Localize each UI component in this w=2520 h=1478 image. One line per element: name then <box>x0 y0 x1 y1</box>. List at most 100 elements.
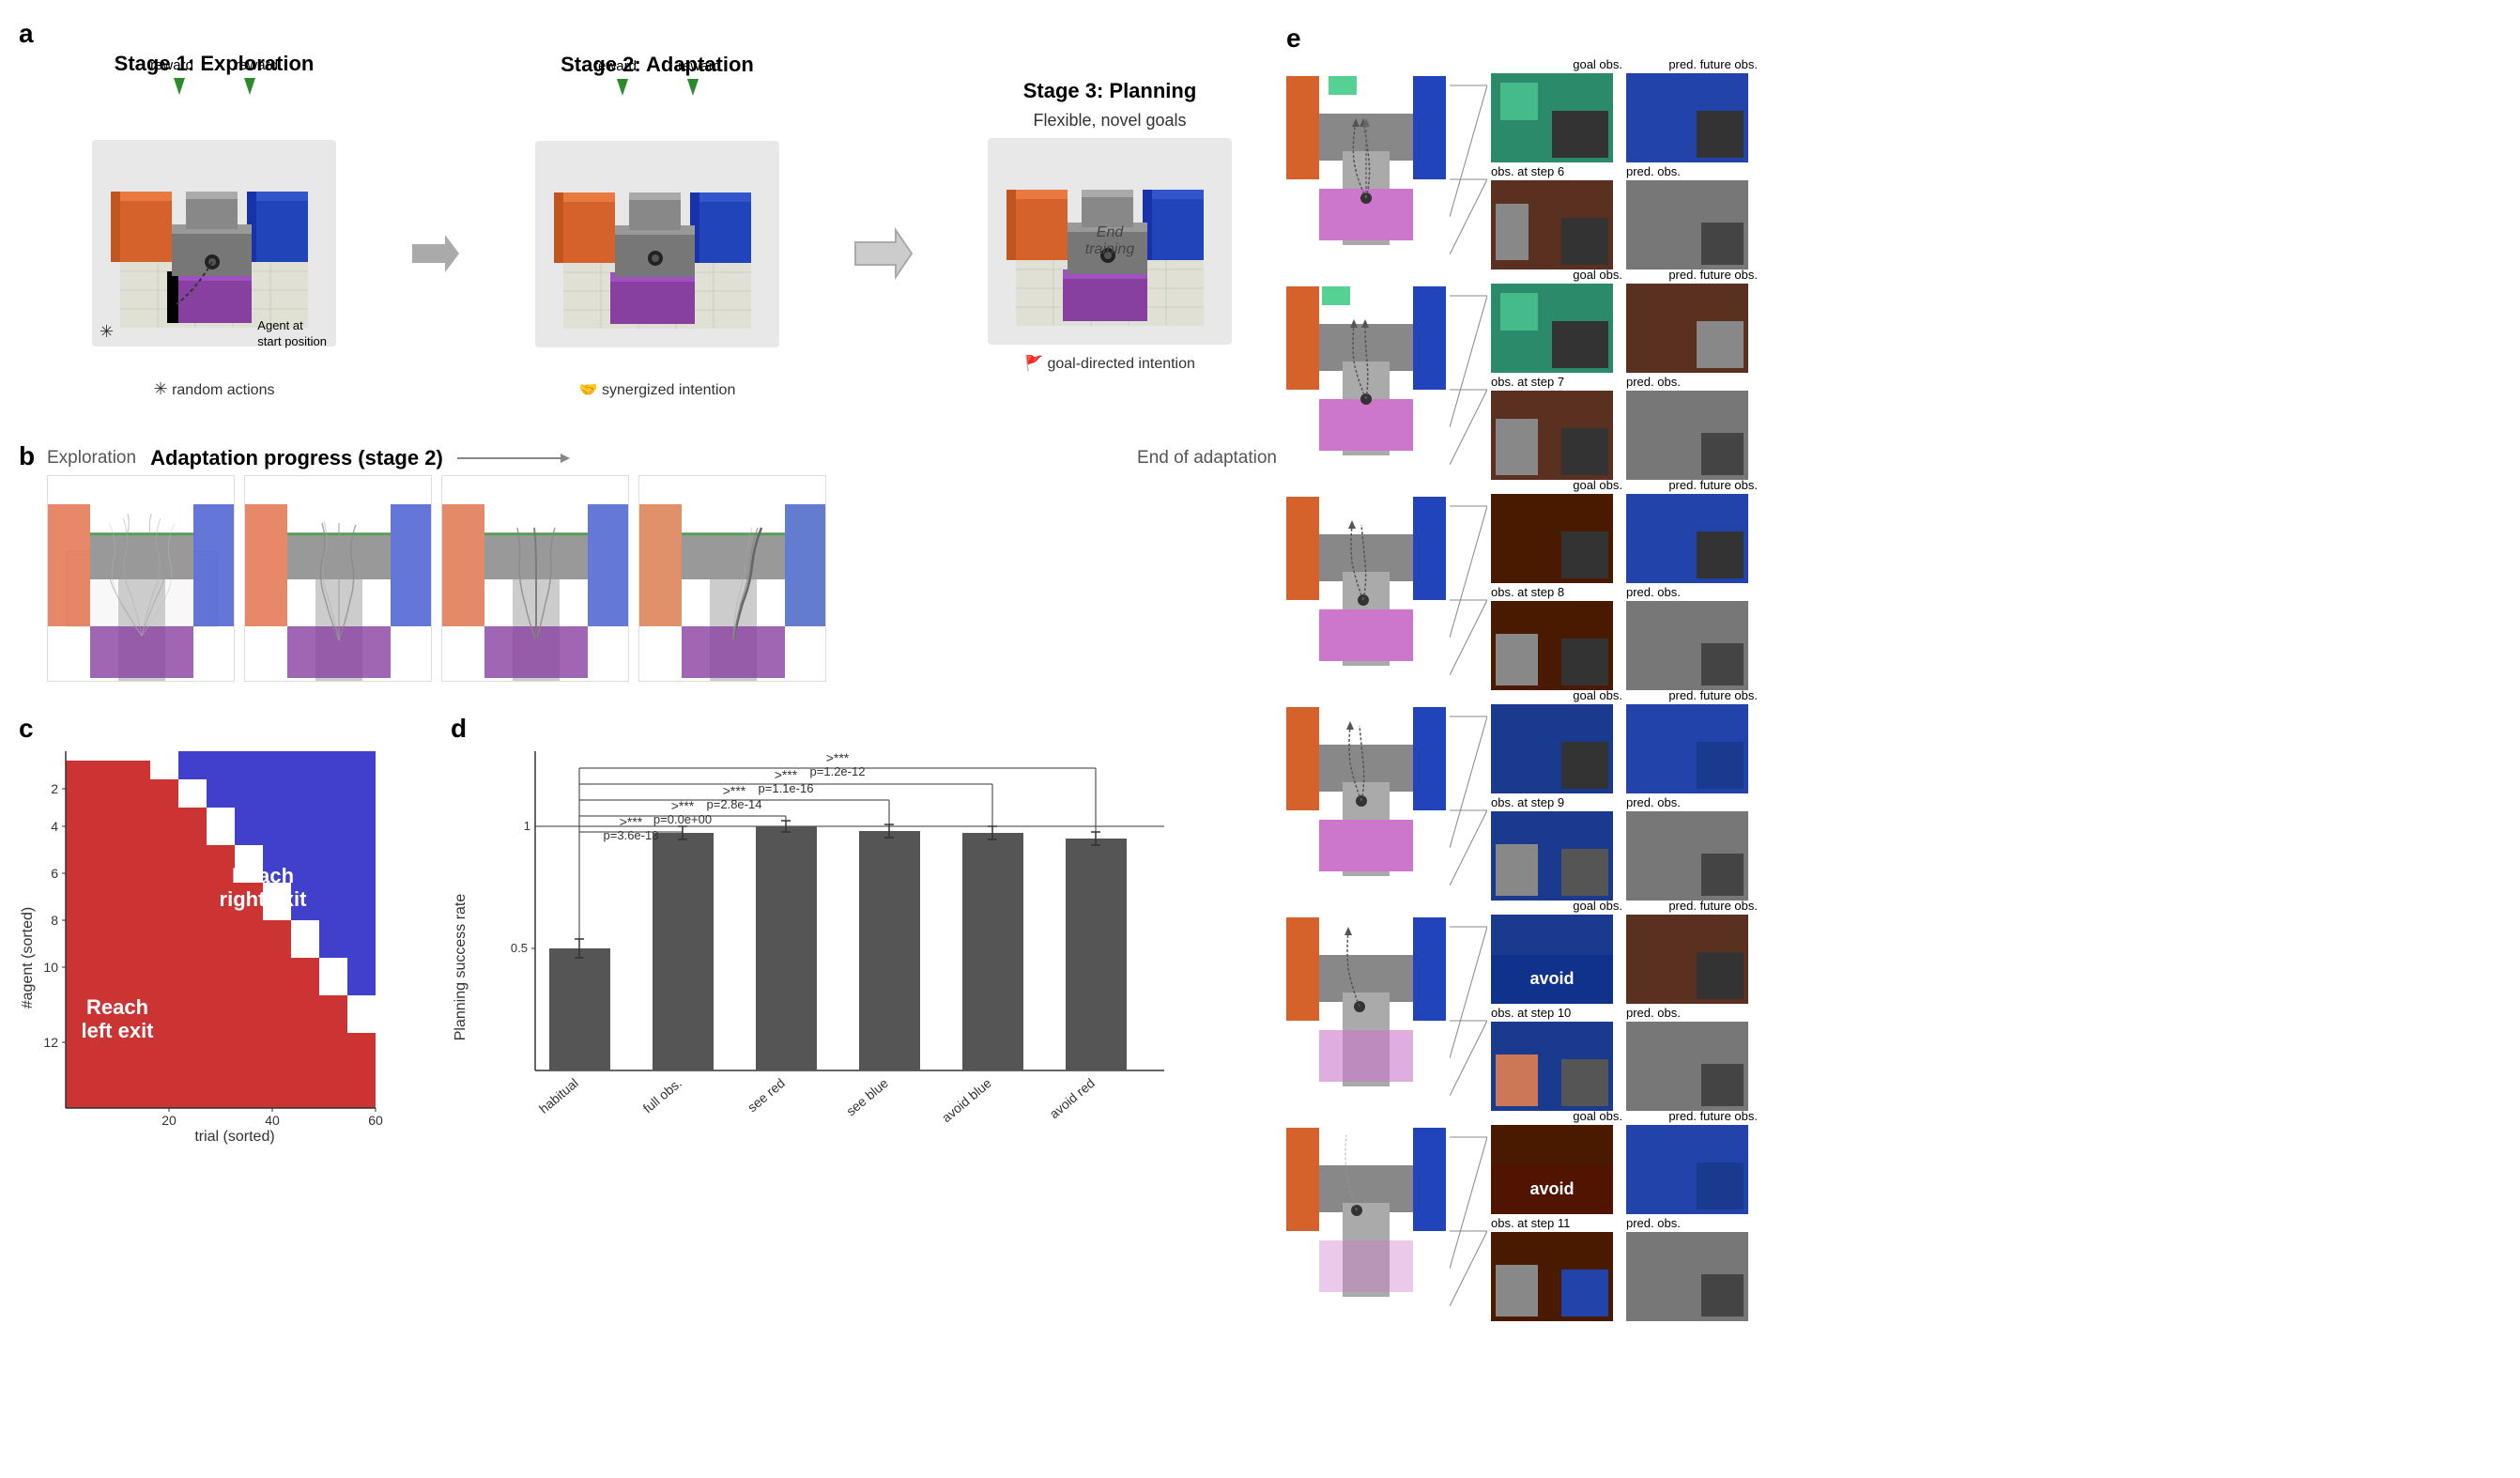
step-7-obs <box>1491 391 1613 480</box>
stage-1-caption: ✳ random actions <box>154 379 275 399</box>
step-11-scene <box>1286 1109 1446 1306</box>
step-8-obs-label: obs. at step 8 <box>1491 585 1622 599</box>
svg-text:p=1.2e-12: p=1.2e-12 <box>810 764 866 778</box>
avoid-label-10: avoid <box>1529 969 1574 989</box>
step-9-goal-obs <box>1491 704 1613 793</box>
end-adaptation-label: End of adaptation <box>1137 448 1277 469</box>
exploration-label: Exploration <box>47 448 136 469</box>
step-10-obs-label: obs. at step 10 <box>1491 1006 1622 1020</box>
svg-text:>***: >*** <box>826 750 850 765</box>
svg-text:>***: >*** <box>723 783 746 798</box>
arrow-1-2 <box>407 230 464 277</box>
svg-text:avoid red: avoid red <box>1047 1075 1098 1121</box>
step-11-connectors <box>1450 1109 1487 1306</box>
step-8-scene <box>1286 478 1446 675</box>
svg-text:End: End <box>1097 224 1125 240</box>
progress-stage-2 <box>244 475 432 682</box>
step-8-goal-label: goal obs. <box>1491 478 1622 492</box>
section-b: b Exploration Adaptation progress (stage… <box>19 441 1277 704</box>
step-6-pred-group: pred. future obs. pred. obs. <box>1626 57 1758 269</box>
step-7-goal-obs <box>1491 284 1613 373</box>
step-9-obs-group: goal obs. obs. at step 9 <box>1491 688 1622 901</box>
step-7-pred-obs <box>1626 391 1748 480</box>
stage-container: Stage 1: Exploration reward reward <box>19 19 1277 432</box>
svg-text:p=1.1e-16: p=1.1e-16 <box>759 781 814 795</box>
section-e: e <box>1286 19 2501 1459</box>
section-a-label: a <box>19 19 34 49</box>
stage-3-block: Stage 3: Planning Flexible, novel goals <box>969 79 1251 373</box>
svg-text:full obs.: full obs. <box>640 1075 684 1116</box>
bar-avoid-blue <box>962 833 1023 1070</box>
svg-text:✳: ✳ <box>100 322 114 341</box>
svg-text:40: 40 <box>265 1113 280 1128</box>
step-9-pred-future <box>1626 704 1748 793</box>
section-b-label: b <box>19 441 35 471</box>
step-8-row: goal obs. obs. at step 8 pred. future ob… <box>1286 478 2501 685</box>
svg-text:p=2.8e-14: p=2.8e-14 <box>707 797 762 811</box>
svg-text:p=3.6e-13: p=3.6e-13 <box>604 828 659 842</box>
bar-habitual <box>549 948 610 1070</box>
reward-label-2b: reward <box>678 58 721 74</box>
step-9-pred-group: pred. future obs. pred. obs. <box>1626 688 1758 901</box>
svg-text:training: training <box>1085 241 1135 257</box>
step-10-pred-obs <box>1626 1022 1748 1111</box>
reward-label-1a: reward <box>150 57 193 73</box>
step-7-pred-obs-label: pred. obs. <box>1626 375 1758 389</box>
stage-3-title: Stage 3: Planning <box>1023 79 1197 103</box>
step-6-obs <box>1491 180 1613 269</box>
bar-see-red <box>756 826 817 1070</box>
step-6-scene <box>1286 57 1446 254</box>
step-10-obs <box>1491 1022 1613 1111</box>
step-8-pred-obs-label: pred. obs. <box>1626 585 1758 599</box>
svg-text:see blue: see blue <box>843 1075 891 1118</box>
step-10-goal-obs: avoid <box>1491 915 1613 1004</box>
step-6-obs-label: obs. at step 6 <box>1491 164 1622 178</box>
progress-stage-3 <box>441 475 629 682</box>
step-7-obs-group: goal obs. obs. at step 7 <box>1491 268 1622 480</box>
step-8-goal-obs <box>1491 494 1613 583</box>
step-8-pred-future-label: pred. future obs. <box>1626 478 1758 492</box>
step-11-goal-label: goal obs. <box>1491 1109 1622 1123</box>
step-10-pred-group: pred. future obs. pred. obs. <box>1626 899 1758 1111</box>
svg-text:avoid blue: avoid blue <box>939 1075 994 1125</box>
step-9-obs <box>1491 811 1613 901</box>
step-9-obs-label: obs. at step 9 <box>1491 795 1622 809</box>
svg-text:right exit: right exit <box>220 887 308 911</box>
step-6-pred-obs <box>1626 180 1748 269</box>
section-c: c #agent (sorted) trial (sorted) <box>19 714 432 1164</box>
step-10-row: goal obs. avoid obs. at step 10 pred. fu… <box>1286 899 2501 1105</box>
step-7-goal-label: goal obs. <box>1491 268 1622 282</box>
step-8-pred-obs <box>1626 601 1748 690</box>
step-9-pred-obs <box>1626 811 1748 901</box>
chart-c: #agent (sorted) trial (sorted) <box>19 732 423 1146</box>
step-9-scene <box>1286 688 1446 885</box>
svg-text:1: 1 <box>524 819 530 833</box>
section-e-label: e <box>1286 23 2501 54</box>
svg-text:p=0.0e+00: p=0.0e+00 <box>653 812 712 826</box>
step-10-pred-future-label: pred. future obs. <box>1626 899 1758 913</box>
svg-text:6: 6 <box>51 866 58 881</box>
step-11-pred-future <box>1626 1125 1748 1214</box>
adaptation-progress-title: Adaptation progress (stage 2) <box>150 446 443 470</box>
svg-text:left exit: left exit <box>81 1019 154 1042</box>
step-11-obs-label: obs. at step 11 <box>1491 1216 1622 1230</box>
step-11-row: goal obs. avoid obs. at step 11 pred. fu… <box>1286 1109 2501 1316</box>
bar-avoid-red <box>1066 839 1127 1070</box>
svg-text:8: 8 <box>51 913 58 928</box>
section-cd: c #agent (sorted) trial (sorted) <box>19 714 1277 1174</box>
bar-see-blue <box>859 831 920 1070</box>
svg-text:>***: >*** <box>620 814 643 829</box>
reward-label-2a: reward <box>593 58 637 74</box>
arrow-2-3 <box>851 225 916 282</box>
step-7-pred-future-label: pred. future obs. <box>1626 268 1758 282</box>
progress-stage-4 <box>638 475 826 682</box>
svg-text:Planning success rate: Planning success rate <box>453 894 469 1041</box>
step-8-connectors <box>1450 478 1487 675</box>
step-6-pred-future <box>1626 73 1748 162</box>
stage-3-image: End training <box>988 138 1232 345</box>
step-10-goal-label: goal obs. <box>1491 899 1622 913</box>
step-7-scene <box>1286 268 1446 465</box>
step-11-pred-obs-label: pred. obs. <box>1626 1216 1758 1230</box>
step-8-pred-future <box>1626 494 1748 583</box>
step-10-scene <box>1286 899 1446 1096</box>
